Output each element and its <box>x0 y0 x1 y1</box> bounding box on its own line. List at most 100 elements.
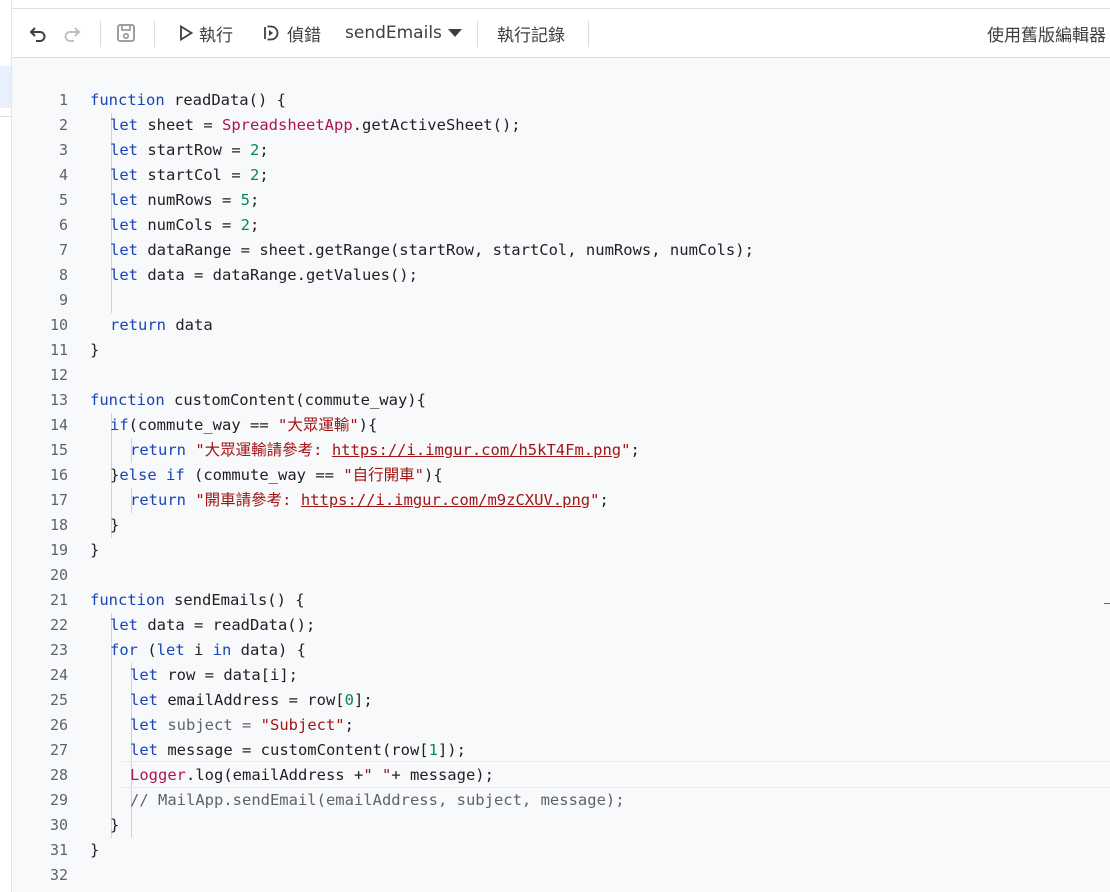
code-line-6[interactable]: let numCols = 2; <box>110 213 259 238</box>
legacy-editor-button[interactable]: 使用舊版編輯器 <box>987 9 1110 57</box>
code-line-28[interactable]: Logger.log(emailAddress +" "+ message); <box>130 763 494 788</box>
code-line-26[interactable]: let subject = "Subject"; <box>130 713 354 738</box>
function-select[interactable]: sendEmails <box>345 9 465 57</box>
code-line-13[interactable]: function customContent(commute_way){ <box>90 388 426 413</box>
code-line-18[interactable]: } <box>110 513 119 538</box>
code-line-2[interactable]: let sheet = SpreadsheetApp.getActiveShee… <box>110 113 521 138</box>
editor-toolbar: 執行 偵錯 sendEmails 執行記錄 使用舊版編輯器 <box>12 9 1110 58</box>
keyword: in <box>212 641 232 659</box>
undo-button[interactable] <box>28 9 52 57</box>
code-line-22[interactable]: let data = readData(); <box>110 613 315 638</box>
string: " " <box>363 766 392 784</box>
code-line-14[interactable]: if(commute_way == "大眾運輸"){ <box>110 413 377 438</box>
line-number: 12 <box>49 366 68 384</box>
code-line-1[interactable]: function readData() { <box>90 88 286 113</box>
code-text: i <box>184 641 213 659</box>
code-text: startRow = <box>138 141 250 159</box>
line-number: 5 <box>58 191 68 209</box>
code-text: row = data[i]; <box>158 666 298 684</box>
line-number: 22 <box>49 616 68 634</box>
code-line-21[interactable]: function sendEmails() { <box>90 588 305 613</box>
class-name: SpreadsheetApp <box>222 116 353 134</box>
code-text: ; <box>259 166 269 184</box>
code-line-10[interactable]: return data <box>110 313 213 338</box>
keyword: let <box>110 266 138 284</box>
keyword: let <box>110 191 138 209</box>
line-number: 11 <box>49 341 68 359</box>
execution-log-label: 執行記錄 <box>497 25 565 46</box>
string: "Subject" <box>260 716 345 734</box>
code-line-4[interactable]: let startCol = 2; <box>110 163 269 188</box>
code-text: ]); <box>437 741 466 759</box>
line-number: 3 <box>58 141 68 159</box>
keyword: function <box>90 591 165 609</box>
line-number: 14 <box>49 416 68 434</box>
line-number: 1 <box>58 91 68 109</box>
code-line-16[interactable]: }else if (commute_way == "自行開車"){ <box>110 463 443 488</box>
code-line-31[interactable]: } <box>90 838 99 863</box>
string: "自行開車" <box>343 466 424 484</box>
code-line-8[interactable]: let data = dataRange.getValues(); <box>110 263 418 288</box>
code-line-24[interactable]: let row = data[i]; <box>130 663 298 688</box>
line-number: 6 <box>58 216 68 234</box>
code-text: ; <box>259 141 269 159</box>
line-number: 8 <box>58 266 68 284</box>
keyword: function <box>90 91 165 109</box>
code-text: ; <box>599 491 609 509</box>
code-line-27[interactable]: let message = customContent(row[1]); <box>130 738 466 763</box>
string-link[interactable]: https://i.imgur.com/m9zCXUV.png <box>301 491 590 509</box>
keyword: let <box>130 666 158 684</box>
debug-button[interactable]: 偵錯 <box>261 9 331 57</box>
code-line-29[interactable]: // MailApp.sendEmail(emailAddress, subje… <box>130 788 625 813</box>
keyword: let <box>110 241 138 259</box>
execution-log-button[interactable]: 執行記錄 <box>497 9 577 57</box>
code-text: ; <box>250 216 260 234</box>
code-text: ]; <box>353 691 373 709</box>
code-text: subject = <box>158 716 261 734</box>
code-line-19[interactable]: } <box>90 538 99 563</box>
string-link[interactable]: https://i.imgur.com/h5kT4Fm.png <box>332 441 621 459</box>
code-line-25[interactable]: let emailAddress = row[0]; <box>130 688 373 713</box>
code-text: readData() { <box>164 91 286 109</box>
keyword: let <box>110 616 138 634</box>
line-number: 21 <box>49 591 68 609</box>
run-button[interactable]: 執行 <box>179 9 249 57</box>
code-line-15[interactable]: return "大眾運輸請參考: https://i.imgur.com/h5k… <box>130 438 640 463</box>
code-text: ){ <box>358 416 378 434</box>
code-text: ( <box>138 641 157 659</box>
keyword: return <box>110 316 166 334</box>
line-number: 31 <box>49 841 68 859</box>
code-text: dataRange = sheet.getRange(startRow, sta… <box>138 241 754 259</box>
code-line-3[interactable]: let startRow = 2; <box>110 138 269 163</box>
code-line-17[interactable]: return "開車請參考: https://i.imgur.com/m9zCX… <box>130 488 609 513</box>
keyword: else <box>119 466 157 484</box>
code-line-23[interactable]: for (let i in data) { <box>110 638 306 663</box>
code-line-11[interactable]: } <box>90 338 99 363</box>
line-number-gutter: 1 2 3 4 5 6 7 8 9 10 11 12 13 14 15 16 1… <box>12 58 80 892</box>
line-number: 32 <box>49 866 68 884</box>
code-area[interactable]: function readData() { let sheet = Spread… <box>90 58 1110 892</box>
code-editor[interactable]: 1 2 3 4 5 6 7 8 9 10 11 12 13 14 15 16 1… <box>12 58 1110 892</box>
keyword: return <box>130 441 186 459</box>
code-text: .log(emailAddress + <box>186 766 364 784</box>
keyword: let <box>130 691 158 709</box>
keyword: let <box>130 716 158 734</box>
code-line-7[interactable]: let dataRange = sheet.getRange(startRow,… <box>110 238 754 263</box>
code-text: ; <box>630 441 640 459</box>
debug-icon <box>261 24 281 42</box>
code-line-5[interactable]: let numRows = 5; <box>110 188 259 213</box>
code-text: ){ <box>424 466 443 484</box>
redo-button[interactable] <box>62 9 86 57</box>
line-number: 30 <box>49 816 68 834</box>
code-text: ; <box>250 191 260 209</box>
overview-ruler-mark <box>1104 603 1110 604</box>
code-text: startCol = <box>138 166 250 184</box>
line-number: 9 <box>58 291 68 309</box>
save-button[interactable] <box>116 9 140 57</box>
code-line-30[interactable]: } <box>110 813 119 838</box>
line-number: 23 <box>49 641 68 659</box>
line-number: 26 <box>49 716 68 734</box>
code-text: sendEmails() { <box>164 591 305 609</box>
line-number: 29 <box>49 791 68 809</box>
